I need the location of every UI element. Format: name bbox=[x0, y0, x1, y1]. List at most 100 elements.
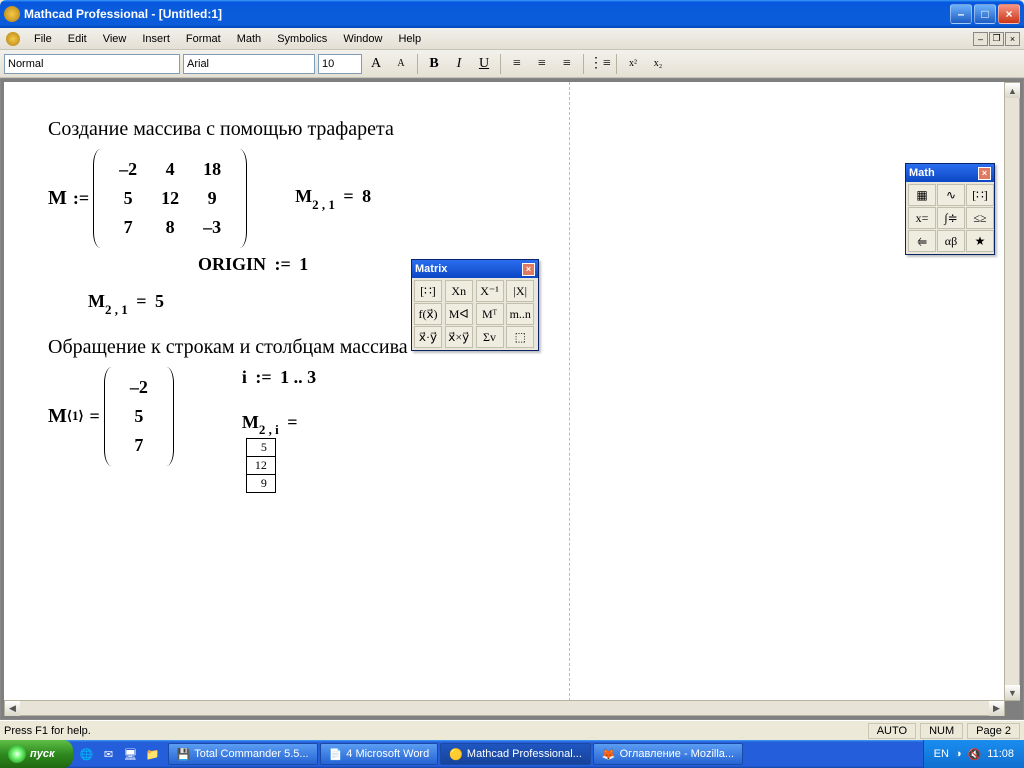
math-btn[interactable]: ∫≑ bbox=[937, 207, 965, 229]
mdi-minimize[interactable]: – bbox=[973, 32, 988, 46]
menu-view[interactable]: View bbox=[95, 31, 135, 47]
ql-desktop-icon[interactable]: 🖥 bbox=[121, 744, 141, 764]
colsel-var: M bbox=[48, 405, 67, 428]
menu-help[interactable]: Help bbox=[390, 31, 429, 47]
menu-format[interactable]: Format bbox=[178, 31, 229, 47]
tray-lang[interactable]: EN bbox=[934, 748, 949, 760]
taskbar: пуск 🌐 ✉ 🖥 📁 💾 Total Commander 5.5... 📄 … bbox=[0, 740, 1024, 768]
colsel-idx: ⟨1⟩ bbox=[67, 408, 84, 424]
bullets-button[interactable]: ⋮≡ bbox=[589, 54, 611, 74]
superscript-button[interactable]: x² bbox=[622, 54, 644, 74]
heading-1: Создание массива с помощью трафарета bbox=[48, 118, 961, 141]
mdi-close[interactable]: × bbox=[1005, 32, 1020, 46]
status-page: Page 2 bbox=[967, 723, 1020, 739]
scroll-up-icon[interactable]: ▲ bbox=[1005, 83, 1020, 98]
taskbar-item[interactable]: 📄 4 Microsoft Word bbox=[320, 743, 439, 765]
menu-file[interactable]: File bbox=[26, 31, 60, 47]
style-select[interactable] bbox=[4, 54, 180, 74]
matrix-btn[interactable]: Mᐊ bbox=[445, 303, 473, 325]
bold-button[interactable]: B bbox=[423, 54, 445, 74]
scroll-right-icon[interactable]: ▶ bbox=[989, 701, 1004, 716]
menu-edit[interactable]: Edit bbox=[60, 31, 95, 47]
matrix-btn[interactable]: Mᵀ bbox=[476, 303, 504, 325]
taskbar-item[interactable]: 🦊 Оглавление - Mozilla... bbox=[593, 743, 743, 765]
eq-m21-a: M2 , 1 = 8 bbox=[295, 186, 371, 211]
math-btn[interactable]: x= bbox=[908, 207, 936, 229]
app-icon bbox=[4, 6, 20, 22]
math-palette-title: Math bbox=[909, 167, 935, 179]
matrix-btn[interactable]: x⃗×y⃗ bbox=[445, 326, 473, 348]
quick-launch: 🌐 ✉ 🖥 📁 bbox=[77, 744, 163, 764]
math-btn[interactable]: αβ bbox=[937, 230, 965, 252]
math-palette-close[interactable]: × bbox=[978, 167, 991, 180]
subscript-button[interactable]: x₂ bbox=[647, 54, 669, 74]
close-button[interactable]: × bbox=[998, 4, 1020, 24]
tray-icon[interactable]: ◑ bbox=[955, 748, 962, 760]
matrix-btn[interactable]: x⃗·y⃗ bbox=[414, 326, 442, 348]
titlebar: Mathcad Professional - [Untitled:1] – □ … bbox=[0, 0, 1024, 28]
ql-ie-icon[interactable]: 🌐 bbox=[77, 744, 97, 764]
scroll-down-icon[interactable]: ▼ bbox=[1005, 685, 1020, 700]
align-left-button[interactable]: ≡ bbox=[506, 54, 528, 74]
size-select[interactable] bbox=[318, 54, 362, 74]
math-btn[interactable]: ★ bbox=[966, 230, 994, 252]
status-hint: Press F1 for help. bbox=[4, 725, 91, 737]
window-title: Mathcad Professional - [Untitled:1] bbox=[24, 7, 950, 21]
menu-symbolics[interactable]: Symbolics bbox=[269, 31, 335, 47]
tray-clock[interactable]: 11:08 bbox=[987, 748, 1014, 760]
system-tray[interactable]: EN ◑ 🔇 11:08 bbox=[923, 740, 1024, 768]
matrix-btn[interactable]: X⁻¹ bbox=[476, 280, 504, 302]
align-center-button[interactable]: ≡ bbox=[531, 54, 553, 74]
matrix-btn[interactable]: |X| bbox=[506, 280, 534, 302]
italic-button[interactable]: I bbox=[448, 54, 470, 74]
math-btn[interactable]: ≤≥ bbox=[966, 207, 994, 229]
matrix-palette-close[interactable]: × bbox=[522, 263, 535, 276]
underline-button[interactable]: U bbox=[473, 54, 495, 74]
size-down-button[interactable]: A bbox=[390, 54, 412, 74]
horizontal-scrollbar[interactable]: ◀ ▶ bbox=[4, 700, 1005, 716]
status-num: NUM bbox=[920, 723, 963, 739]
matrix-palette[interactable]: Matrix × [∷] Xn X⁻¹ |X| f(x⃗) Mᐊ Mᵀ m..n… bbox=[411, 259, 539, 351]
matrix-btn[interactable]: Σv bbox=[476, 326, 504, 348]
matrix-btn[interactable]: Xn bbox=[445, 280, 473, 302]
scroll-left-icon[interactable]: ◀ bbox=[5, 701, 20, 716]
document-area: Создание массива с помощью трафарета M :… bbox=[0, 78, 1024, 720]
align-right-button[interactable]: ≡ bbox=[556, 54, 578, 74]
matrix-btn[interactable]: [∷] bbox=[414, 280, 442, 302]
font-select[interactable] bbox=[183, 54, 315, 74]
size-up-button[interactable]: A bbox=[365, 54, 387, 74]
math-btn[interactable]: ▦ bbox=[908, 184, 936, 206]
menu-insert[interactable]: Insert bbox=[134, 31, 178, 47]
doc-icon bbox=[6, 32, 20, 46]
taskbar-item-active[interactable]: 🟡 Mathcad Professional... bbox=[440, 743, 591, 765]
start-orb-icon bbox=[8, 745, 26, 763]
tray-icon[interactable]: 🔇 bbox=[968, 748, 982, 761]
taskbar-item[interactable]: 💾 Total Commander 5.5... bbox=[168, 743, 318, 765]
matrix-btn[interactable]: f(x⃗) bbox=[414, 303, 442, 325]
start-button[interactable]: пуск bbox=[0, 740, 73, 768]
menu-window[interactable]: Window bbox=[335, 31, 390, 47]
matrix-btn[interactable]: m..n bbox=[506, 303, 534, 325]
document[interactable]: Создание массива с помощью трафарета M :… bbox=[4, 82, 1005, 701]
math-btn[interactable]: [∷] bbox=[966, 184, 994, 206]
math-btn[interactable]: ⥢ bbox=[908, 230, 936, 252]
vertical-scrollbar[interactable]: ▲ ▼ bbox=[1004, 82, 1020, 701]
matrix-palette-title: Matrix bbox=[415, 263, 447, 275]
menu-math[interactable]: Math bbox=[229, 31, 269, 47]
maximize-button[interactable]: □ bbox=[974, 4, 996, 24]
start-label: пуск bbox=[30, 748, 55, 760]
mdi-restore[interactable]: ❐ bbox=[989, 32, 1004, 46]
math-btn[interactable]: ∿ bbox=[937, 184, 965, 206]
ql-mail-icon[interactable]: ✉ bbox=[99, 744, 119, 764]
format-toolbar: A A B I U ≡ ≡ ≡ ⋮≡ x² x₂ bbox=[0, 50, 1024, 78]
origin-line: ORIGIN := 1 bbox=[198, 254, 961, 275]
minimize-button[interactable]: – bbox=[950, 4, 972, 24]
matrix-m: –2418 5129 78–3 bbox=[95, 149, 245, 248]
assign-op: := bbox=[73, 188, 89, 209]
ql-app-icon[interactable]: 📁 bbox=[143, 744, 163, 764]
colsel-result: –257 bbox=[106, 367, 172, 466]
status-auto: AUTO bbox=[868, 723, 916, 739]
math-palette[interactable]: Math × ▦ ∿ [∷] x= ∫≑ ≤≥ ⥢ αβ ★ bbox=[905, 163, 995, 255]
matrix-btn[interactable]: ⬚ bbox=[506, 326, 534, 348]
row-access: M2 , i = bbox=[242, 412, 316, 437]
